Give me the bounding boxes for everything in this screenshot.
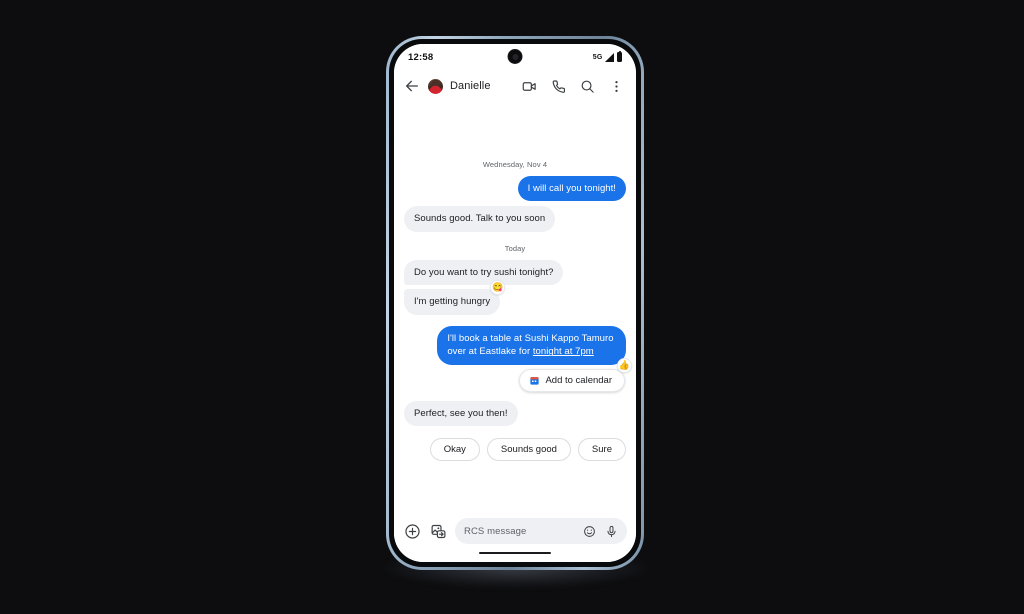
message-row: Sounds good. Talk to you soon [404, 206, 626, 232]
message-row: I'm getting hungry 😋 [404, 280, 626, 315]
home-indicator[interactable] [479, 551, 551, 555]
status-time: 12:58 [408, 51, 434, 63]
status-indicators: 5G [592, 50, 622, 62]
message-bubble-incoming[interactable]: Perfect, see you then! [404, 400, 518, 427]
status-bar: 12:58 5G [394, 44, 636, 70]
message-bubble-outgoing[interactable]: I will call you tonight! [517, 176, 626, 202]
emoji-smiley-icon[interactable] [582, 524, 596, 538]
microphone-icon[interactable] [604, 524, 618, 538]
contact-name[interactable]: Danielle [450, 80, 491, 92]
conversation-app-bar: Danielle [394, 70, 636, 102]
back-arrow-icon[interactable] [403, 77, 421, 95]
signal-bars-icon [605, 52, 614, 62]
message-composer: RCS message [394, 515, 636, 544]
reaction-thumbs-up-emoji[interactable]: 👍 [617, 357, 632, 373]
add-to-calendar-label: Add to calendar [545, 374, 612, 386]
message-bubble-incoming[interactable]: Sounds good. Talk to you soon [404, 206, 556, 232]
video-call-icon[interactable] [520, 77, 538, 95]
thread-top-spacer [404, 102, 626, 160]
message-bubble-incoming[interactable]: I'm getting hungry 😋 [404, 280, 506, 315]
app-bar-actions [520, 77, 625, 95]
avatar[interactable] [428, 78, 443, 94]
smart-link-time[interactable]: tonight at 7pm [533, 346, 594, 357]
phone-bezel: 12:58 5G Danielle Wednesday, Nov 4 I wil… [389, 39, 641, 567]
message-row: I'll book a table at Sushi Kappo Tamuro … [404, 325, 632, 373]
message-thread[interactable]: Wednesday, Nov 4 I will call you tonight… [394, 102, 636, 515]
search-icon[interactable] [578, 77, 596, 95]
network-type-label: 5G [592, 53, 603, 61]
message-row: Do you want to try sushi tonight? [404, 259, 626, 286]
message-bubble-outgoing[interactable]: I'll book a table at Sushi Kappo Tamuro … [437, 325, 632, 373]
battery-full-icon [616, 50, 622, 62]
message-row: Perfect, see you then! [404, 400, 626, 427]
voice-call-icon[interactable] [549, 77, 567, 95]
gallery-image-icon[interactable] [429, 522, 447, 540]
message-bubble-incoming[interactable]: Do you want to try sushi tonight? [404, 259, 564, 286]
front-camera-punch-hole [507, 49, 523, 64]
screenshot-stage: 12:58 5G Danielle Wednesday, Nov 4 I wil… [0, 0, 1024, 614]
message-input-placeholder: RCS message [464, 525, 527, 537]
add-to-calendar-chip[interactable]: Add to calendar [519, 368, 625, 392]
calendar-suggestion-row: Add to calendar [404, 368, 626, 392]
home-indicator-area [394, 544, 636, 562]
phone-device-frame: 12:58 5G Danielle Wednesday, Nov 4 I wil… [386, 36, 644, 570]
reaction-yum-emoji[interactable]: 😋 [490, 280, 506, 296]
date-separator-2: Today [504, 243, 526, 253]
plus-circle-icon[interactable] [403, 522, 421, 540]
message-input-field[interactable]: RCS message [455, 518, 627, 544]
suggestion-chip-sure[interactable]: Sure [577, 438, 626, 462]
message-row: I will call you tonight! [404, 176, 626, 202]
smart-reply-suggestions: Okay Sounds good Sure [404, 438, 626, 468]
overflow-menu-icon[interactable] [607, 77, 625, 95]
message-text: I'm getting hungry [414, 296, 491, 308]
date-separator-1: Wednesday, Nov 4 [482, 160, 548, 169]
suggestion-chip-sounds-good[interactable]: Sounds good [486, 438, 571, 462]
calendar-icon [529, 375, 540, 386]
phone-screen: 12:58 5G Danielle Wednesday, Nov 4 I wil… [394, 44, 636, 562]
suggestion-chip-okay[interactable]: Okay [429, 438, 480, 462]
